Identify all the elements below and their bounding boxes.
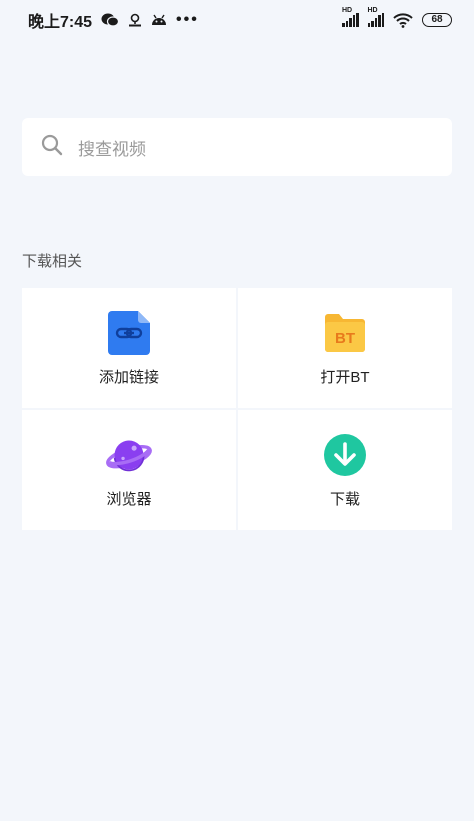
bt-folder-icon: BT xyxy=(322,310,368,356)
wechat-icon xyxy=(101,13,120,27)
download-grid: 添加链接 BT 打开BT 浏览器 下载 xyxy=(22,288,452,530)
svg-text:BT: BT xyxy=(335,330,355,347)
tile-label: 下载 xyxy=(329,490,360,508)
section-title: 下载相关 xyxy=(22,253,83,270)
status-bar: 晚上7:45 ••• HD HD 68 xyxy=(0,0,474,40)
download-arrow-icon xyxy=(322,432,368,478)
screen: 晚上7:45 ••• HD HD 68 搜查视频 下载相关 添加链接 BT 打开… xyxy=(0,0,474,821)
download-tile[interactable]: 下载 xyxy=(238,410,452,530)
battery-indicator: 68 xyxy=(422,13,452,27)
tile-label: 浏览器 xyxy=(106,490,152,508)
open-bt-tile[interactable]: BT 打开BT xyxy=(238,288,452,408)
signal-hd-icon-2: HD xyxy=(367,7,384,27)
tile-label: 打开BT xyxy=(320,368,370,386)
wifi-icon xyxy=(393,12,413,28)
status-left: 晚上7:45 ••• xyxy=(28,8,199,32)
signal-hd-icon: HD xyxy=(342,7,359,27)
search-placeholder: 搜查视频 xyxy=(78,139,146,159)
status-time: 晚上7:45 xyxy=(28,14,93,31)
tile-label: 添加链接 xyxy=(98,368,159,386)
status-right: HD HD 68 xyxy=(342,7,452,28)
link-file-icon xyxy=(106,310,152,356)
location-pin-icon xyxy=(128,13,142,27)
android-icon xyxy=(151,13,167,27)
more-notifications-icon: ••• xyxy=(176,11,199,28)
search-icon xyxy=(40,133,78,162)
planet-browser-icon xyxy=(106,432,152,478)
search-input[interactable]: 搜查视频 xyxy=(22,118,452,176)
add-link-tile[interactable]: 添加链接 xyxy=(22,288,236,408)
browser-tile[interactable]: 浏览器 xyxy=(22,410,236,530)
